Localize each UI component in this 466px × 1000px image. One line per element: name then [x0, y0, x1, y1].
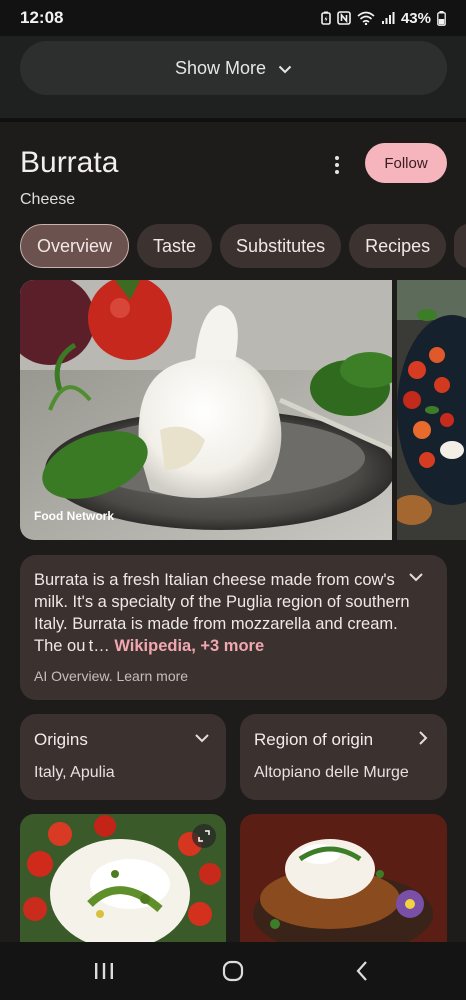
chevron-down-icon[interactable]	[408, 569, 424, 590]
entity-title: Burrata	[20, 146, 119, 179]
more-options-icon[interactable]	[326, 153, 348, 177]
origins-label: Origins	[34, 730, 88, 749]
tomato-salad-image[interactable]	[397, 280, 466, 540]
tab-substitutes[interactable]: Substitutes	[220, 224, 342, 268]
origins-card[interactable]: Origins Italy, Apulia	[20, 714, 226, 800]
battery-saver-icon	[321, 11, 331, 25]
entity-subtitle: Cheese	[20, 191, 76, 208]
system-navigation-bar	[0, 942, 466, 1000]
signal-icon	[381, 11, 395, 25]
show-more-label: Show More	[174, 57, 267, 78]
status-bar: 12:08 43%	[0, 0, 466, 36]
tab-taste[interactable]: Taste	[137, 224, 213, 268]
chevron-right-icon	[415, 730, 431, 751]
burrata-toast-image[interactable]	[240, 814, 447, 942]
wifi-icon	[357, 11, 375, 25]
burrata-salad-image[interactable]	[20, 814, 226, 942]
region-value: Altopiano delle Murge	[254, 764, 409, 781]
overview-text: Burrata is a fresh Italian cheese made f…	[34, 569, 424, 657]
region-label: Region of origin	[254, 730, 374, 749]
back-button[interactable]	[332, 951, 392, 991]
origins-value: Italy, Apulia	[34, 764, 115, 781]
knowledge-panel: Burrata Cheese Follow Overview Taste Sub…	[0, 122, 466, 942]
recents-button[interactable]	[74, 951, 134, 991]
show-more-button[interactable]: Show More	[20, 41, 447, 95]
tab-overview[interactable]: Overview	[20, 224, 130, 268]
tab-recipes[interactable]: Recipes	[349, 224, 447, 268]
nfc-icon	[337, 11, 351, 25]
status-icons: 43%	[321, 10, 446, 27]
chevron-down-icon	[278, 58, 292, 79]
battery-percent: 43%	[400, 9, 431, 27]
battery-icon	[437, 10, 446, 26]
tab-more[interactable]	[454, 224, 466, 268]
region-of-origin-card[interactable]: Region of origin Altopiano delle Murge	[240, 714, 447, 800]
follow-button[interactable]: Follow	[365, 143, 447, 183]
home-button[interactable]	[203, 951, 263, 991]
wikipedia-link[interactable]: Wikipedia, +3 more	[114, 637, 264, 655]
previous-result-panel: Show More	[0, 36, 466, 118]
image-source-caption: Food Network	[34, 509, 114, 523]
image-carousel[interactable]: Food Network	[20, 280, 466, 540]
ai-overview-card[interactable]: Burrata is a fresh Italian cheese made f…	[20, 555, 447, 700]
status-time: 12:08	[20, 8, 64, 27]
ai-overview-learn-more[interactable]: AI Overview. Learn more	[34, 668, 188, 684]
burrata-hero-image[interactable]: Food Network	[20, 280, 392, 540]
tab-chips: Overview Taste Substitutes Recipes	[20, 224, 466, 268]
expand-icon[interactable]	[192, 824, 216, 848]
chevron-down-icon	[194, 730, 210, 751]
